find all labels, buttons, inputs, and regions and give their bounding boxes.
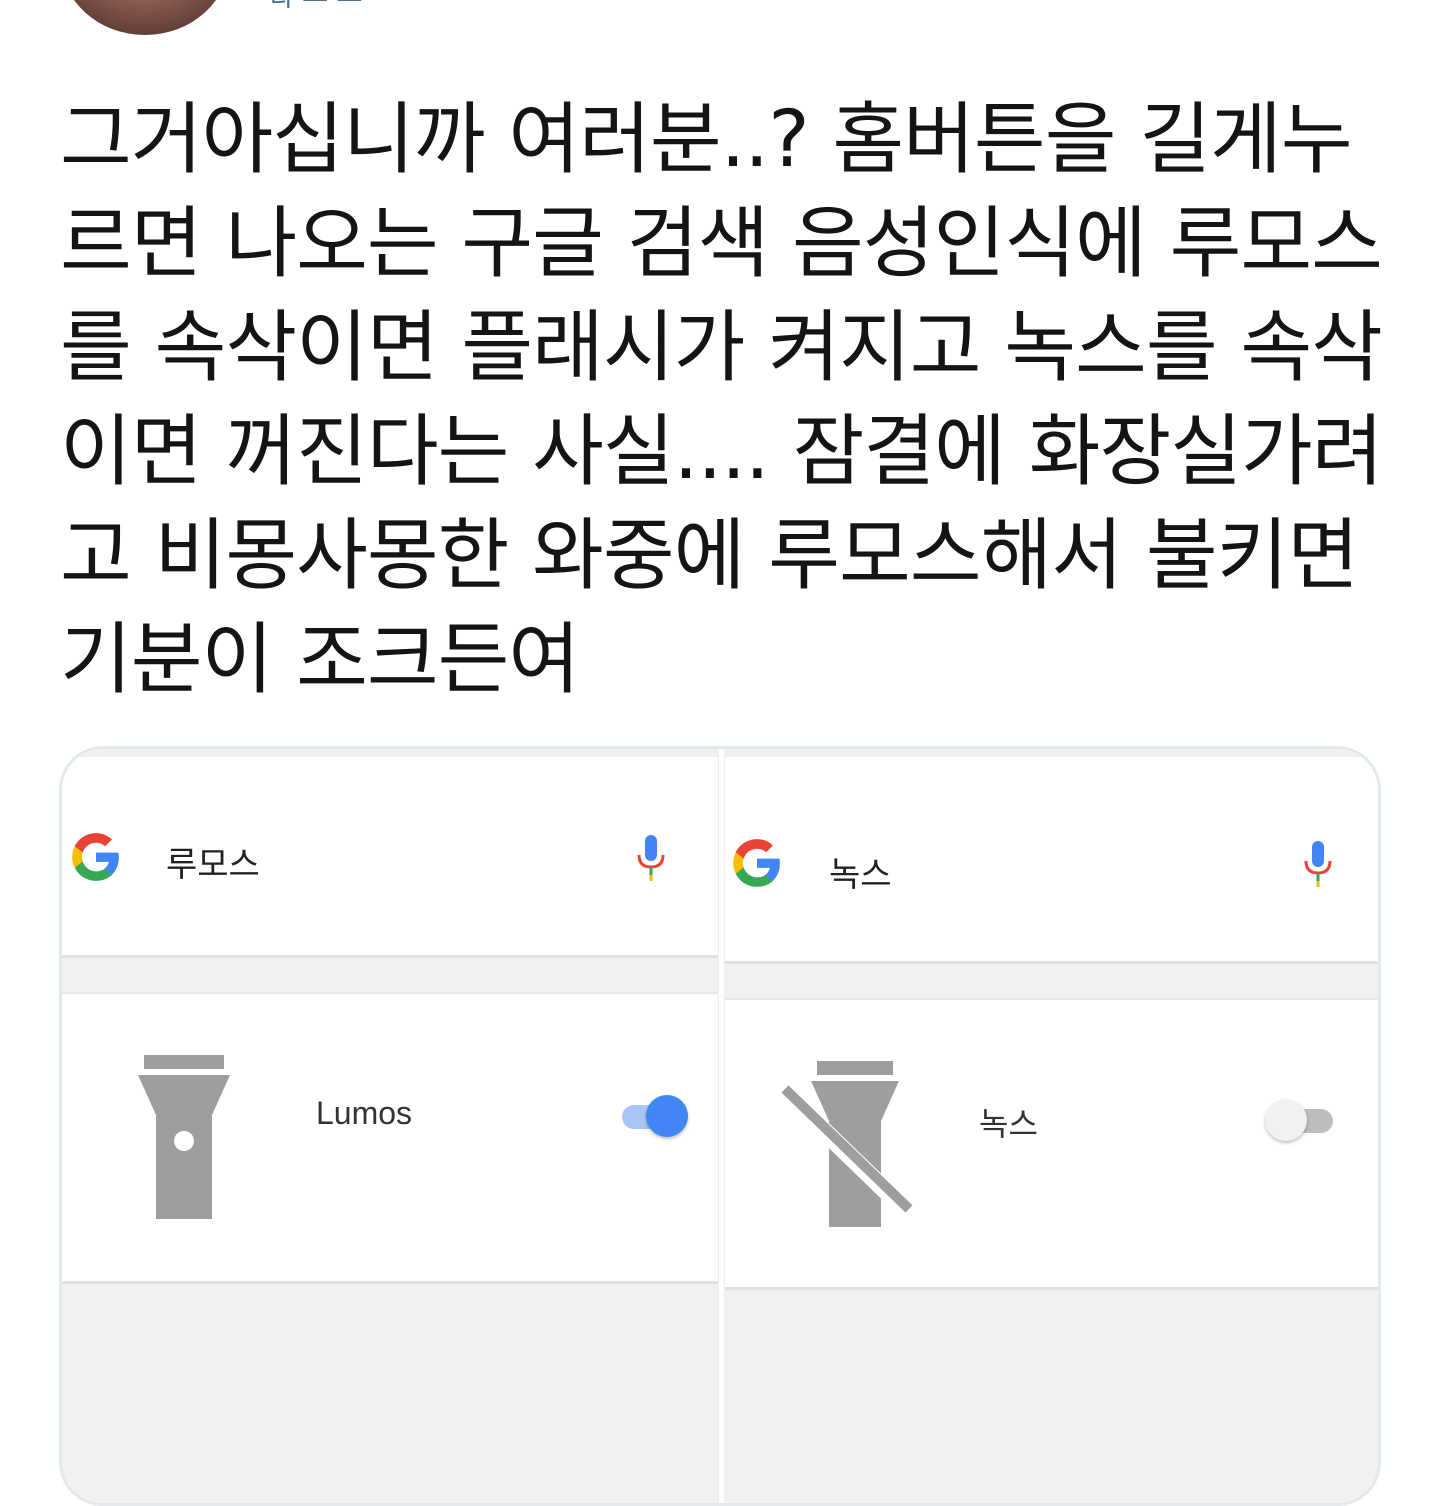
flashlight-toggle[interactable] bbox=[1265, 1097, 1337, 1143]
tweet-text: 그거아십니까 여러분..? 홈버튼을 길게누르면 나오는 구글 검색 음성인식에… bbox=[60, 95, 1384, 705]
google-search-bar[interactable]: 루모스 bbox=[62, 809, 718, 959]
results-background bbox=[62, 1281, 718, 1503]
screenshot-separator bbox=[718, 749, 725, 1503]
divider-band bbox=[725, 961, 1378, 1000]
microphone-icon[interactable] bbox=[1303, 839, 1333, 891]
screenshot-lumos: 루모스 Lumos bbox=[62, 749, 718, 1503]
google-g-icon bbox=[72, 833, 119, 881]
flashlight-on-icon bbox=[138, 1055, 230, 1219]
screenshot-nox: 녹스 녹스 bbox=[725, 749, 1378, 1503]
google-search-bar[interactable]: 녹스 bbox=[725, 809, 1378, 959]
avatar[interactable] bbox=[60, 0, 230, 35]
status-bar-edge bbox=[62, 749, 718, 757]
status-bar-edge bbox=[725, 749, 1378, 757]
search-query[interactable]: 녹스 bbox=[829, 847, 892, 896]
flashlight-toggle[interactable] bbox=[618, 1093, 690, 1139]
flashlight-label: Lumos bbox=[316, 1095, 413, 1131]
flashlight-label: 녹스 bbox=[979, 1106, 1038, 1142]
author-name[interactable]: 다 — — · bbox=[270, 0, 630, 8]
google-g-icon bbox=[733, 839, 780, 887]
microphone-icon[interactable] bbox=[636, 833, 666, 885]
tweet-media[interactable]: 루모스 Lumos 녹스 녹스 bbox=[59, 746, 1381, 1506]
toggle-thumb bbox=[1265, 1099, 1307, 1141]
toggle-thumb bbox=[646, 1095, 688, 1137]
flashlight-off-icon bbox=[780, 1061, 918, 1227]
results-background bbox=[725, 1287, 1378, 1503]
search-query[interactable]: 루모스 bbox=[166, 837, 260, 886]
divider-band bbox=[62, 955, 718, 994]
